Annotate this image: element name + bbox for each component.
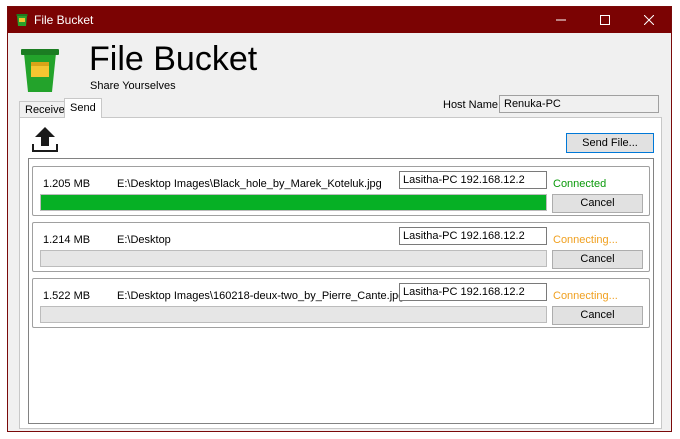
tab-receive[interactable]: Receive xyxy=(19,101,71,117)
send-tab-panel: Send File... 1.205 MB E:\Desktop Images\… xyxy=(19,117,662,429)
minimize-button[interactable] xyxy=(539,7,583,33)
app-title: File Bucket xyxy=(89,40,258,78)
status-text: Connected xyxy=(553,178,607,190)
host-name-field[interactable]: Renuka-PC xyxy=(499,95,659,113)
maximize-icon xyxy=(600,15,610,25)
progress-bar xyxy=(40,250,547,267)
progress-bar xyxy=(40,306,547,323)
status-text: Connecting... xyxy=(553,290,618,302)
file-path: E:\Desktop Images\Black_hole_by_Marek_Ko… xyxy=(117,178,382,190)
status-text: Connecting... xyxy=(553,234,618,246)
upload-arrow-icon[interactable] xyxy=(30,124,60,154)
tab-send[interactable]: Send xyxy=(64,98,102,118)
maximize-button[interactable] xyxy=(583,7,627,33)
app-tagline: Share Yourselves xyxy=(90,80,176,92)
progress-fill xyxy=(41,195,546,210)
send-file-button[interactable]: Send File... xyxy=(566,133,654,153)
cancel-button[interactable]: Cancel xyxy=(552,250,643,269)
file-path: E:\Desktop xyxy=(117,234,171,246)
peer-field[interactable]: Lasitha-PC 192.168.12.2 xyxy=(399,283,547,301)
file-path: E:\Desktop Images\160218-deux-two_by_Pie… xyxy=(117,290,405,302)
file-size: 1.214 MB xyxy=(43,234,91,246)
window-title: File Bucket xyxy=(34,13,94,27)
cancel-button[interactable]: Cancel xyxy=(552,306,643,325)
transfer-list[interactable]: 1.205 MB E:\Desktop Images\Black_hole_by… xyxy=(28,158,654,424)
app-window: File Bucket File Bucket Share Yourselves… xyxy=(7,6,672,432)
progress-bar xyxy=(40,194,547,211)
bucket-icon xyxy=(16,14,28,26)
transfer-row: 1.205 MB E:\Desktop Images\Black_hole_by… xyxy=(32,166,650,216)
minimize-icon xyxy=(556,19,566,21)
cancel-button[interactable]: Cancel xyxy=(552,194,643,213)
transfer-row: 1.522 MB E:\Desktop Images\160218-deux-t… xyxy=(32,278,650,328)
peer-field[interactable]: Lasitha-PC 192.168.12.2 xyxy=(399,171,547,189)
title-bar[interactable]: File Bucket xyxy=(8,7,671,33)
close-button[interactable] xyxy=(627,7,671,33)
host-name-label: Host Name xyxy=(443,99,499,111)
file-size: 1.522 MB xyxy=(43,290,91,302)
transfer-row: 1.214 MB E:\Desktop Lasitha-PC 192.168.1… xyxy=(32,222,650,272)
file-size: 1.205 MB xyxy=(43,178,91,190)
bucket-icon xyxy=(21,49,59,92)
close-icon xyxy=(644,15,654,25)
peer-field[interactable]: Lasitha-PC 192.168.12.2 xyxy=(399,227,547,245)
